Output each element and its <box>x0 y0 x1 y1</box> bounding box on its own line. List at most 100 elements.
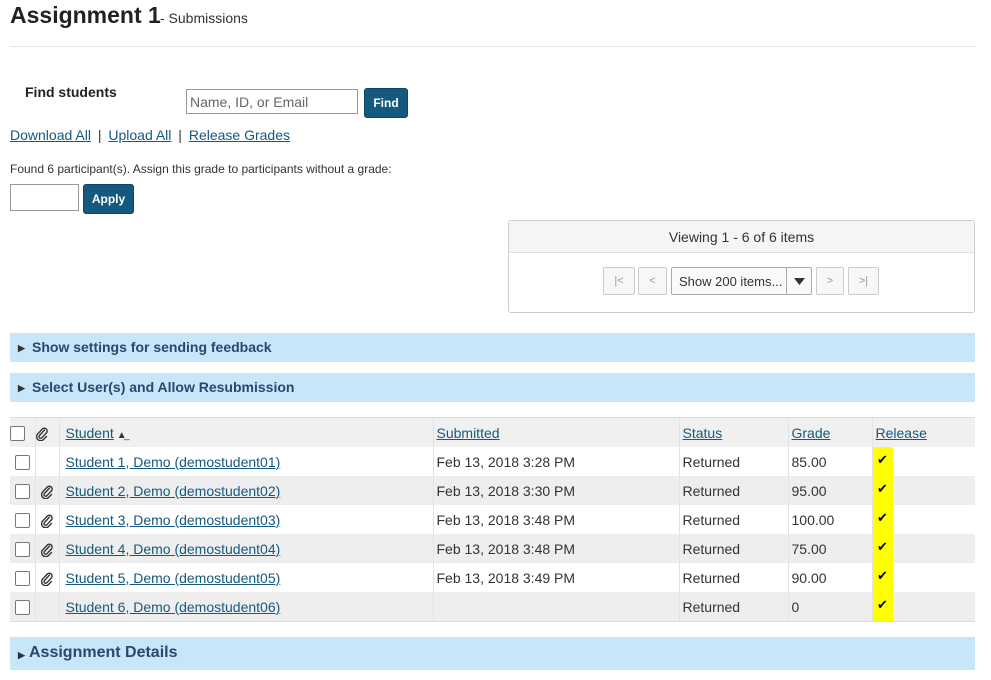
status-cell: Returned <box>678 505 788 534</box>
sort-student-link[interactable]: Student <box>66 425 114 441</box>
row-select-cell <box>10 563 35 592</box>
released-check-icon: ✔ <box>872 563 893 592</box>
row-checkbox[interactable] <box>14 599 30 615</box>
row-select-cell <box>10 534 35 563</box>
submitted-cell: Feb 13, 2018 3:30 PM <box>432 476 679 505</box>
grade-cell: 95.00 <box>787 476 872 505</box>
release-cell: ✔ <box>871 592 975 622</box>
grade-cell: 0 <box>787 592 872 622</box>
sort-grade-link[interactable]: Grade <box>792 425 831 441</box>
row-checkbox[interactable] <box>14 512 30 528</box>
released-check-icon: ✔ <box>872 534 893 563</box>
table-row: Student 6, Demo (demostudent06) Returned 0… <box>10 592 975 622</box>
released-check-icon: ✔ <box>872 476 893 505</box>
row-checkbox[interactable] <box>14 570 30 586</box>
first-page-button[interactable]: |< <box>603 267 635 295</box>
caret-right-icon: ▶ <box>18 383 25 393</box>
release-header: Release <box>871 417 975 447</box>
student-link[interactable]: Student 4, Demo (demostudent04) <box>66 541 281 557</box>
release-grades-link[interactable]: Release Grades <box>189 127 290 143</box>
row-checkbox[interactable] <box>14 454 30 470</box>
submitted-cell <box>432 592 679 622</box>
table-row: Student 4, Demo (demostudent04) Feb 13, 2… <box>10 534 975 563</box>
sort-status-link[interactable]: Status <box>683 425 723 441</box>
caret-right-icon: ▶ <box>18 650 25 660</box>
paperclip-icon <box>41 485 53 499</box>
student-cell: Student 2, Demo (demostudent02) <box>58 476 433 505</box>
table-row: Student 3, Demo (demostudent03) Feb 13, 2… <box>10 505 975 534</box>
apply-button[interactable]: Apply <box>83 184 134 214</box>
student-cell: Student 1, Demo (demostudent01) <box>58 447 433 476</box>
page-size-value: Show 200 items... <box>679 274 783 289</box>
table-row: Student 5, Demo (demostudent05) Feb 13, 2… <box>10 563 975 592</box>
paperclip-icon <box>41 543 53 557</box>
resubmission-toggle[interactable]: ▶ Select User(s) and Allow Resubmission <box>10 373 975 402</box>
table-row: Student 2, Demo (demostudent02) Feb 13, 2… <box>10 476 975 505</box>
status-cell: Returned <box>678 534 788 563</box>
sort-ascending-icon: ▲̲ <box>116 429 127 441</box>
attachment-cell <box>34 563 59 592</box>
select-all-checkbox[interactable] <box>10 425 25 441</box>
action-separator: | <box>178 127 182 143</box>
download-all-link[interactable]: Download All <box>10 127 91 143</box>
release-cell: ✔ <box>871 563 975 592</box>
released-check-icon: ✔ <box>872 592 893 621</box>
sort-release-link[interactable]: Release <box>876 425 927 441</box>
find-students-input[interactable] <box>186 89 358 114</box>
release-cell: ✔ <box>871 534 975 563</box>
page-header: Assignment 1 - Submissions <box>10 0 975 47</box>
row-select-cell <box>10 592 35 622</box>
status-cell: Returned <box>678 563 788 592</box>
bulk-actions: Download All | Upload All | Release Grad… <box>10 127 290 143</box>
submissions-table: Student ▲̲ Submitted Status Grade Release… <box>10 417 975 622</box>
select-all-cell <box>10 417 35 447</box>
feedback-settings-toggle[interactable]: ▶ Show settings for sending feedback <box>10 333 975 362</box>
status-cell: Returned <box>678 476 788 505</box>
next-page-button[interactable]: > <box>816 267 844 295</box>
find-students-label: Find students <box>25 84 117 100</box>
released-check-icon: ✔ <box>872 447 893 476</box>
table-row: Student 1, Demo (demostudent01) Feb 13, 2… <box>10 447 975 476</box>
student-header: Student ▲̲ <box>58 417 433 447</box>
found-participants-text: Found 6 participant(s). Assign this grad… <box>10 162 392 176</box>
previous-page-button[interactable]: < <box>638 267 667 295</box>
student-link[interactable]: Student 6, Demo (demostudent06) <box>66 599 281 615</box>
row-select-cell <box>10 505 35 534</box>
attachment-cell <box>34 447 59 476</box>
pager-panel: Viewing 1 - 6 of 6 items |< < Show 200 i… <box>508 220 975 313</box>
submitted-cell: Feb 13, 2018 3:49 PM <box>432 563 679 592</box>
paperclip-icon <box>41 514 53 528</box>
release-cell: ✔ <box>871 447 975 476</box>
find-button[interactable]: Find <box>364 88 408 118</box>
action-separator: | <box>97 127 102 143</box>
student-link[interactable]: Student 3, Demo (demostudent03) <box>66 512 281 528</box>
student-cell: Student 4, Demo (demostudent04) <box>58 534 433 563</box>
row-select-cell <box>10 447 35 476</box>
submitted-cell: Feb 13, 2018 3:48 PM <box>432 505 679 534</box>
grade-cell: 75.00 <box>787 534 872 563</box>
attachment-cell <box>34 505 59 534</box>
feedback-settings-label: Show settings for sending feedback <box>32 339 272 355</box>
student-link[interactable]: Student 5, Demo (demostudent05) <box>66 570 281 586</box>
row-checkbox[interactable] <box>14 541 30 557</box>
viewing-count: Viewing 1 - 6 of 6 items <box>509 221 974 253</box>
grade-cell: 100.00 <box>787 505 872 534</box>
release-cell: ✔ <box>871 505 975 534</box>
status-cell: Returned <box>678 592 788 622</box>
caret-right-icon: ▶ <box>18 343 25 353</box>
assignment-details-toggle[interactable]: ▶ Assignment Details <box>10 637 975 670</box>
release-cell: ✔ <box>871 476 975 505</box>
upload-all-link[interactable]: Upload All <box>108 127 171 143</box>
attachment-header <box>34 417 59 447</box>
default-grade-input[interactable] <box>10 184 79 211</box>
page-size-select[interactable]: Show 200 items... <box>671 267 812 295</box>
student-link[interactable]: Student 1, Demo (demostudent01) <box>66 454 281 470</box>
assignment-details-label: Assignment Details <box>29 644 178 661</box>
sort-submitted-link[interactable]: Submitted <box>437 425 500 441</box>
last-page-button[interactable]: >| <box>848 267 879 295</box>
row-checkbox[interactable] <box>14 483 30 499</box>
student-cell: Student 3, Demo (demostudent03) <box>58 505 433 534</box>
page-title: Assignment 1 <box>10 2 161 28</box>
row-select-cell <box>10 476 35 505</box>
student-link[interactable]: Student 2, Demo (demostudent02) <box>66 483 281 499</box>
